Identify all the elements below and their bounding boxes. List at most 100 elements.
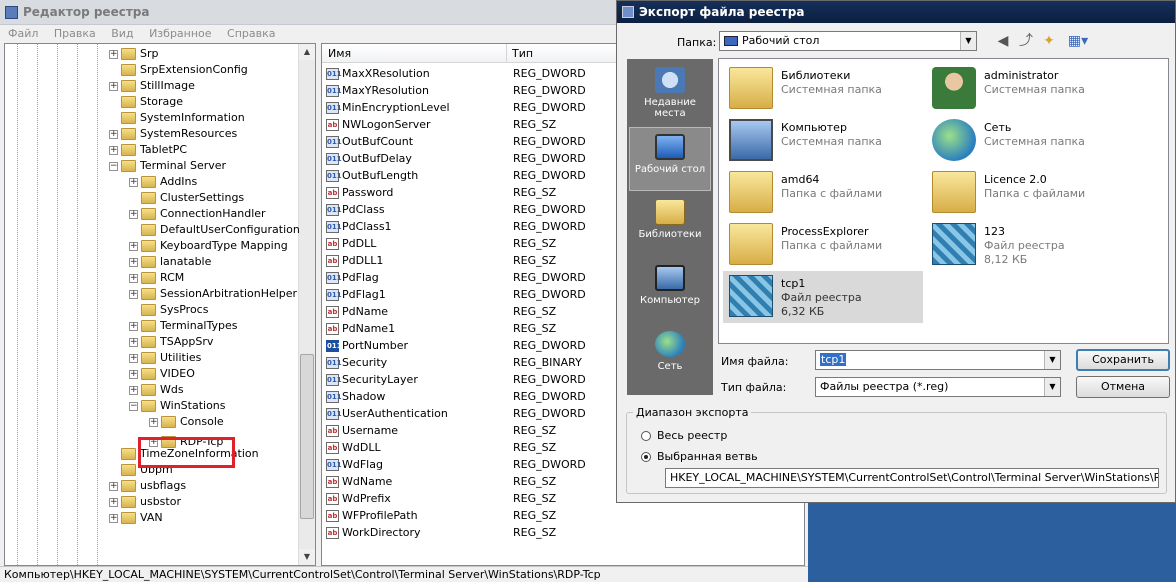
tree-expander-icon[interactable]: + (129, 209, 138, 219)
tree-node[interactable]: DefaultUserConfiguration (129, 222, 300, 238)
tree-node[interactable]: Storage (109, 94, 183, 110)
value-row[interactable]: ab PdName1 REG_SZ (326, 320, 556, 337)
column-header-type[interactable]: Тип (512, 47, 533, 60)
file-item[interactable]: Сеть Системная папка (926, 115, 1126, 167)
tree-expander-icon[interactable]: + (109, 49, 118, 59)
tree-scroll-thumb[interactable] (300, 354, 314, 519)
file-item[interactable]: Licence 2.0 Папка с файлами (926, 167, 1126, 219)
value-row[interactable]: 011UserAuthentication REG_DWORD (326, 405, 586, 422)
file-list[interactable]: Библиотеки Системная папка administrator Си… (718, 58, 1169, 344)
branch-path-input[interactable]: HKEY_LOCAL_MACHINE\SYSTEM\CurrentControl… (665, 468, 1159, 488)
tree-vertical-scrollbar[interactable]: ▲ ▼ (298, 44, 315, 565)
cancel-button[interactable]: Отмена (1076, 376, 1170, 398)
value-row[interactable]: 011Security REG_BINARY (326, 354, 582, 371)
chevron-down-icon[interactable]: ▼ (1044, 351, 1060, 369)
tree-expander-icon[interactable]: + (129, 257, 138, 267)
radio-selected-branch[interactable] (641, 452, 651, 462)
place-recent-places[interactable]: Недавние места (629, 61, 711, 125)
tree-node[interactable]: + lanatable (129, 254, 211, 270)
place-computer[interactable]: Компьютер (629, 259, 711, 323)
tree-node[interactable]: + Srp (109, 46, 159, 62)
tree-node[interactable]: + usbstor (109, 494, 181, 510)
filetype-select[interactable]: Файлы реестра (*.reg) ▼ (815, 377, 1061, 397)
tree-node[interactable]: − Terminal Server (109, 158, 226, 174)
tree-expander-icon[interactable]: + (129, 353, 138, 363)
chevron-down-icon[interactable]: ▼ (960, 32, 976, 50)
tree-node[interactable]: + RCM (129, 270, 184, 286)
value-row[interactable]: ab WFProfilePath REG_SZ (326, 507, 556, 524)
tree-expander-icon[interactable]: + (109, 481, 118, 491)
value-row[interactable]: 011MaxYResolution REG_DWORD (326, 82, 586, 99)
tree-node[interactable]: SrpExtensionConfig (109, 62, 248, 78)
menu-edit[interactable]: Правка (50, 25, 100, 42)
tree-expander-icon[interactable]: + (109, 513, 118, 523)
value-row[interactable]: 011MinEncryptionLevel REG_DWORD (326, 99, 586, 116)
tree-node[interactable]: + Utilities (129, 350, 201, 366)
value-row[interactable]: 011PdClass1 REG_DWORD (326, 218, 586, 235)
lookin-combo[interactable]: Рабочий стол ▼ (719, 31, 977, 51)
back-icon[interactable]: ◀ (993, 31, 1013, 51)
tree-expander-icon[interactable]: + (129, 289, 138, 299)
tree-node[interactable]: + VAN (109, 510, 163, 526)
file-item[interactable]: 123 Файл реестра 8,12 КБ (926, 219, 1126, 271)
place-network[interactable]: Сеть (629, 325, 711, 389)
value-row[interactable]: 011OutBufDelay REG_DWORD (326, 150, 586, 167)
tree-node[interactable]: + AddIns (129, 174, 197, 190)
tree-expander-icon[interactable]: + (109, 129, 118, 139)
new-folder-icon[interactable]: ✦ (1039, 31, 1059, 51)
value-row[interactable]: 011PortNumber REG_DWORD (326, 337, 586, 354)
tree-node[interactable]: + usbflags (109, 478, 186, 494)
tree-node[interactable]: ClusterSettings (129, 190, 244, 206)
value-row[interactable]: 011OutBufLength REG_DWORD (326, 167, 586, 184)
value-row[interactable]: 011SecurityLayer REG_DWORD (326, 371, 586, 388)
value-row[interactable]: ab PdName REG_SZ (326, 303, 556, 320)
tree-expander-icon[interactable]: + (109, 497, 118, 507)
menu-view[interactable]: Вид (107, 25, 137, 42)
registry-tree[interactable]: ▲ ▼ + Srp SrpExtensionConfig + StillImage Sto… (4, 43, 316, 566)
tree-expander-icon[interactable]: + (109, 145, 118, 155)
tree-node[interactable]: + ConnectionHandler (129, 206, 266, 222)
tree-node[interactable]: + TabletPC (109, 142, 187, 158)
file-item[interactable]: amd64 Папка с файлами (723, 167, 923, 219)
value-row[interactable]: ab Password REG_SZ (326, 184, 556, 201)
tree-expander-icon[interactable]: − (129, 401, 138, 411)
column-header-name[interactable]: Имя (328, 47, 351, 60)
tree-expander-icon[interactable]: + (129, 321, 138, 331)
up-folder-icon[interactable]: ⤴ (1016, 31, 1036, 51)
value-row[interactable]: 011Shadow REG_DWORD (326, 388, 586, 405)
place-desktop[interactable]: Рабочий стол (629, 127, 711, 191)
tree-expander-icon[interactable]: − (109, 161, 118, 171)
tree-expander-icon[interactable]: + (129, 385, 138, 395)
scroll-down-arrow-icon[interactable]: ▼ (299, 549, 315, 565)
value-row[interactable]: 011MaxXResolution REG_DWORD (326, 65, 586, 82)
menu-help[interactable]: Справка (223, 25, 279, 42)
value-row[interactable]: 011WdFlag REG_DWORD (326, 456, 586, 473)
tree-expander-icon[interactable]: + (129, 337, 138, 347)
value-row[interactable]: ab WdName REG_SZ (326, 473, 556, 490)
value-row[interactable]: 011PdFlag REG_DWORD (326, 269, 586, 286)
value-row[interactable]: ab WorkDirectory REG_SZ (326, 524, 556, 541)
tree-node[interactable]: + Wds (129, 382, 184, 398)
save-button[interactable]: Сохранить (1076, 349, 1170, 371)
tree-node[interactable]: + KeyboardType Mapping (129, 238, 288, 254)
tree-node[interactable]: + SessionArbitrationHelper (129, 286, 297, 302)
tree-node[interactable]: + StillImage (109, 78, 195, 94)
filename-input[interactable]: tcp1 ▼ (815, 350, 1061, 370)
menu-favorites[interactable]: Избранное (145, 25, 215, 42)
file-item[interactable]: administrator Системная папка (926, 63, 1126, 115)
tree-expander-icon[interactable]: + (109, 81, 118, 91)
menu-file[interactable]: Файл (4, 25, 42, 42)
file-item[interactable]: Компьютер Системная папка (723, 115, 923, 167)
column-separator[interactable] (506, 44, 507, 63)
chevron-down-icon[interactable]: ▼ (1044, 378, 1060, 396)
file-item[interactable]: tcp1 Файл реестра 6,32 КБ (723, 271, 923, 323)
tree-node[interactable]: + Console (149, 414, 224, 430)
value-row[interactable]: ab PdDLL1 REG_SZ (326, 252, 556, 269)
file-item[interactable]: ProcessExplorer Папка с файлами (723, 219, 923, 271)
tree-node[interactable]: SystemInformation (109, 110, 245, 126)
tree-expander-icon[interactable]: + (149, 417, 158, 427)
radio-all-registry[interactable] (641, 431, 651, 441)
tree-expander-icon[interactable]: + (129, 241, 138, 251)
value-row[interactable]: ab Username REG_SZ (326, 422, 556, 439)
value-row[interactable]: 011PdClass REG_DWORD (326, 201, 586, 218)
